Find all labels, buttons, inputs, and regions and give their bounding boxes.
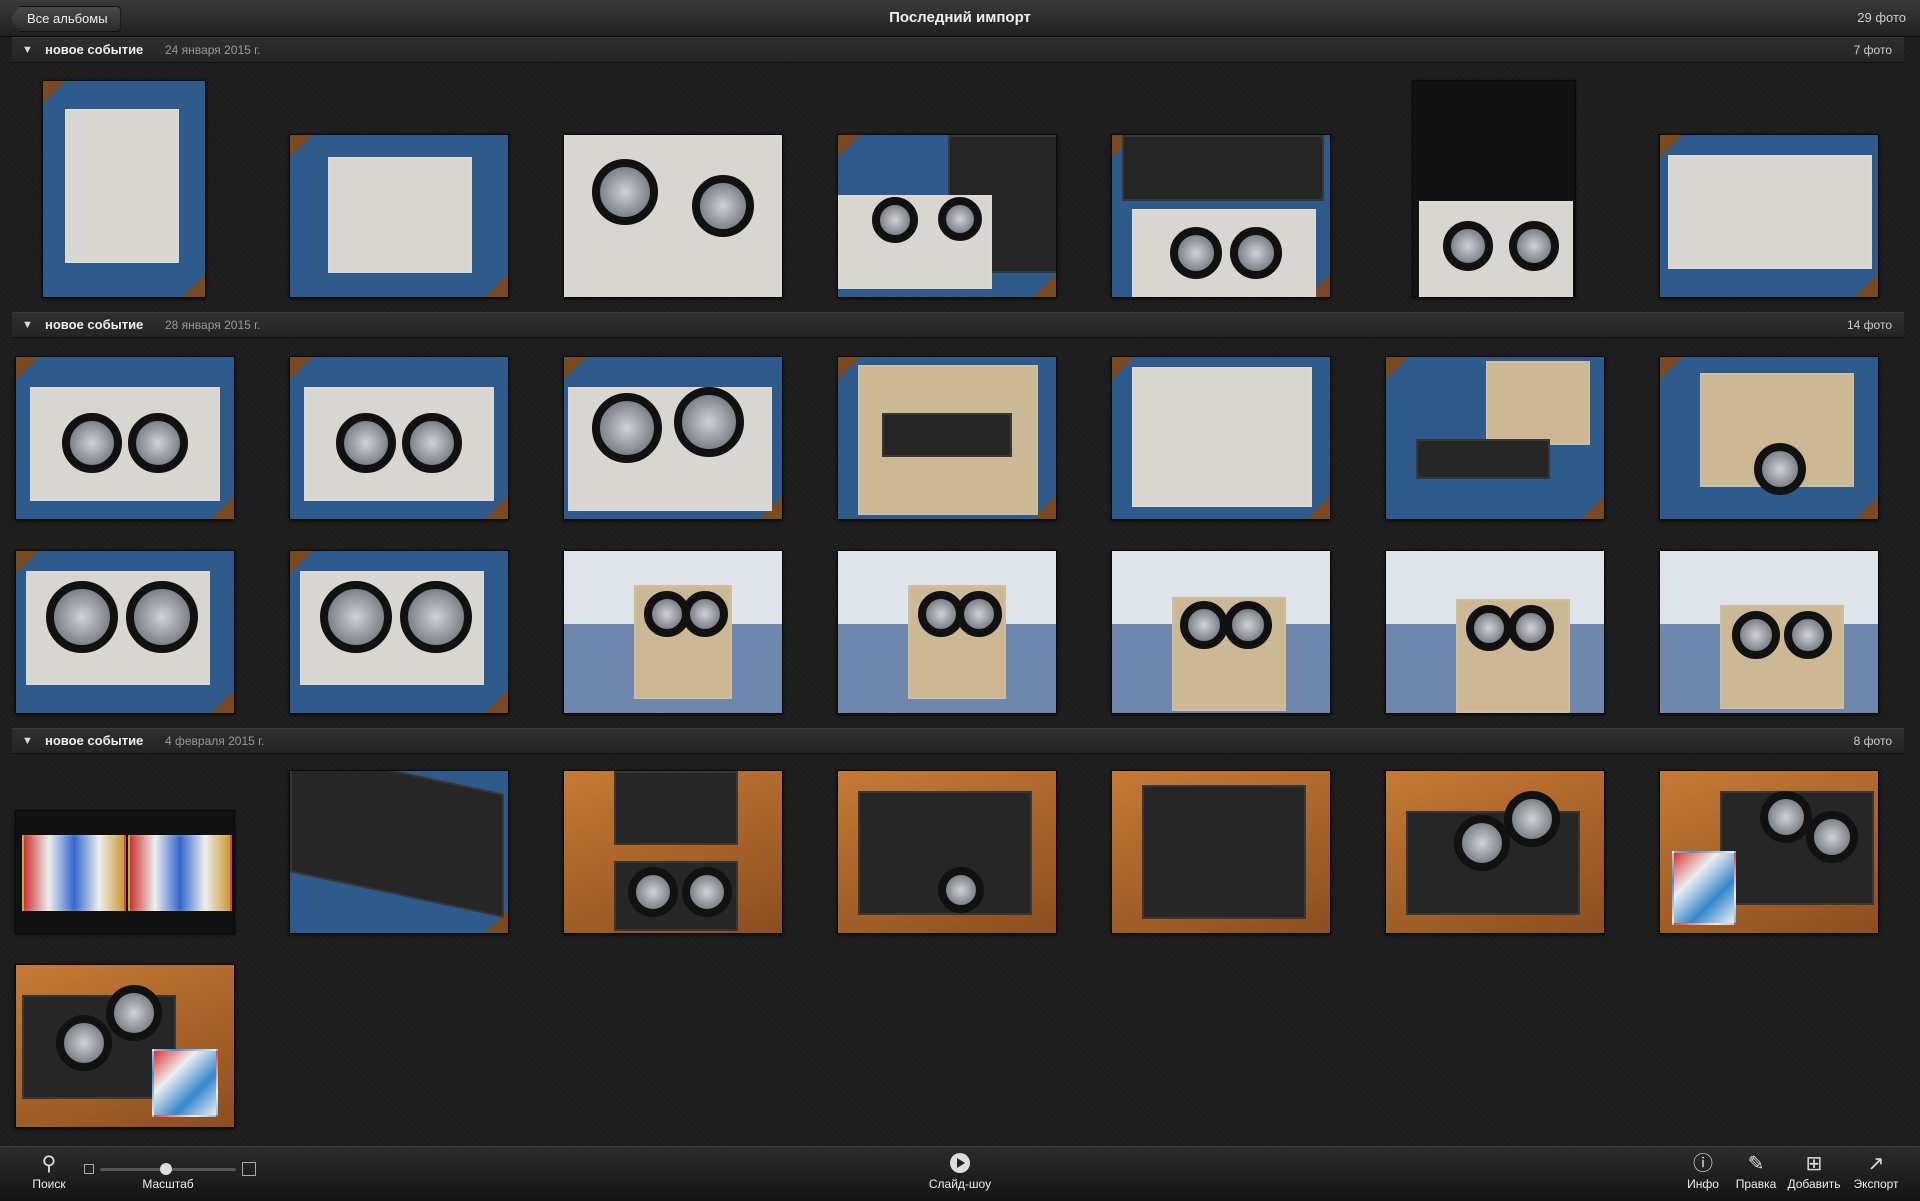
photo-thumbnail[interactable] — [15, 964, 235, 1128]
share-icon: ↗ — [1867, 1153, 1885, 1175]
search-label: Поиск — [32, 1177, 66, 1191]
info-icon: ⓘ — [1693, 1153, 1713, 1175]
photo-thumbnail[interactable] — [289, 134, 509, 298]
photo-thumbnail[interactable] — [1659, 770, 1879, 934]
disclosure-triangle-icon[interactable]: ▼ — [22, 38, 33, 62]
photo-thumbnail[interactable] — [837, 770, 1057, 934]
photo-thumbnail[interactable] — [563, 770, 783, 934]
photo-thumbnail[interactable] — [563, 356, 783, 520]
photo-thumbnail[interactable] — [563, 550, 783, 714]
slideshow-button[interactable]: Слайд-шоу — [910, 1147, 1010, 1201]
photo-thumbnail[interactable] — [1111, 770, 1331, 934]
slideshow-label: Слайд-шоу — [928, 1177, 992, 1191]
edit-button[interactable]: ✎ Правка — [1730, 1147, 1782, 1201]
photo-thumbnail[interactable] — [42, 80, 206, 298]
photo-thumbnail[interactable] — [289, 770, 509, 934]
photo-thumbnail[interactable] — [1111, 356, 1331, 520]
event-header-2[interactable]: ▼ новое событие 28 января 2015 г. 14 фот… — [12, 312, 1904, 338]
zoom-label: Масштаб — [142, 1177, 194, 1191]
event-date: 28 января 2015 г. — [165, 318, 261, 332]
photo-thumbnail[interactable] — [1659, 550, 1879, 714]
search-button[interactable]: ⚲ Поиск — [24, 1147, 74, 1201]
page-title: Последний импорт — [889, 9, 1031, 26]
export-button[interactable]: ↗ Экспорт — [1846, 1147, 1906, 1201]
small-thumbnail-icon — [84, 1164, 94, 1174]
photo-thumbnail[interactable] — [15, 550, 235, 714]
photo-thumbnail[interactable] — [837, 134, 1057, 298]
photo-count: 29 фото — [1857, 10, 1906, 25]
photo-thumbnail[interactable] — [1385, 770, 1605, 934]
event-title: новое событие — [45, 317, 144, 332]
disclosure-triangle-icon[interactable]: ▼ — [22, 313, 33, 337]
disclosure-triangle-icon[interactable]: ▼ — [22, 729, 33, 753]
photo-thumbnail[interactable] — [289, 550, 509, 714]
event-date: 24 января 2015 г. — [165, 43, 261, 57]
event-count: 7 фото — [1853, 43, 1892, 57]
photo-thumbnail[interactable] — [1659, 134, 1879, 298]
edit-label: Правка — [1735, 1177, 1777, 1191]
pencil-icon: ✎ — [1747, 1153, 1765, 1175]
photo-thumbnail[interactable] — [1385, 356, 1605, 520]
photo-thumbnail[interactable] — [837, 550, 1057, 714]
event-header-1[interactable]: ▼ новое событие 24 января 2015 г. 7 фото — [12, 37, 1904, 63]
plus-icon: ⊞ — [1805, 1153, 1823, 1175]
event-header-3[interactable]: ▼ новое событие 4 февраля 2015 г. 8 фото — [12, 728, 1904, 754]
large-thumbnail-icon — [242, 1162, 256, 1176]
photo-thumbnail[interactable] — [15, 810, 235, 934]
photo-thumbnail[interactable] — [837, 356, 1057, 520]
info-button[interactable]: ⓘ Инфо — [1680, 1147, 1726, 1201]
photo-thumbnail[interactable] — [1111, 134, 1331, 298]
add-label: Добавить — [1787, 1177, 1841, 1191]
play-icon — [950, 1153, 970, 1173]
photo-thumbnail[interactable] — [289, 356, 509, 520]
info-label: Инфо — [1687, 1177, 1719, 1191]
event-count: 14 фото — [1847, 318, 1892, 332]
search-icon: ⚲ — [41, 1153, 57, 1175]
export-label: Экспорт — [1853, 1177, 1899, 1191]
photo-thumbnail[interactable] — [1111, 550, 1331, 714]
photo-thumbnail[interactable] — [1412, 80, 1576, 298]
zoom-control: Масштаб — [130, 1147, 206, 1201]
photo-thumbnail[interactable] — [15, 356, 235, 520]
photo-thumbnail[interactable] — [1659, 356, 1879, 520]
event-title: новое событие — [45, 733, 144, 748]
event-date: 4 февраля 2015 г. — [165, 734, 265, 748]
add-button[interactable]: ⊞ Добавить — [1784, 1147, 1844, 1201]
bottom-toolbar: ⚲ Поиск Масштаб Слайд-шоу ⓘ Инфо ✎ Правк… — [0, 1146, 1920, 1201]
event-title: новое событие — [45, 42, 144, 57]
photo-thumbnail[interactable] — [563, 134, 783, 298]
photo-thumbnail[interactable] — [1385, 550, 1605, 714]
top-bar: Все альбомы Последний импорт 29 фото — [0, 0, 1920, 37]
event-count: 8 фото — [1853, 734, 1892, 748]
